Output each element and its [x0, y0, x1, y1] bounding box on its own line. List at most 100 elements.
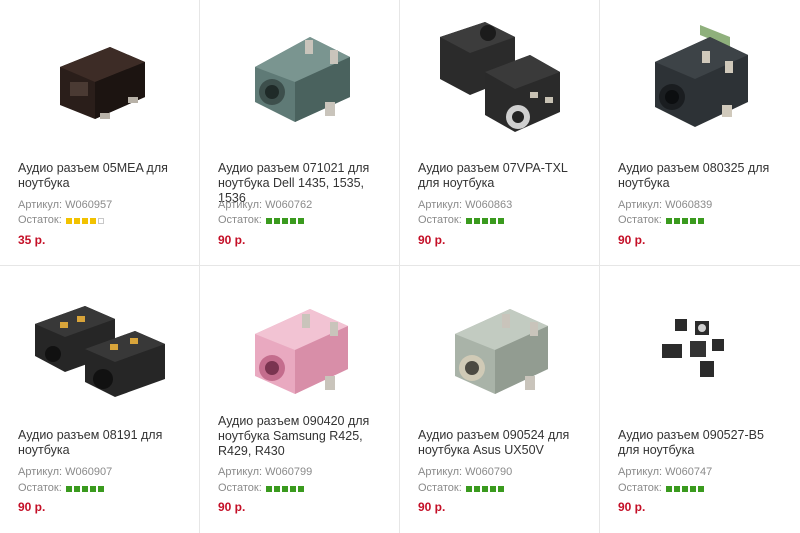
article-label: Артикул: [218, 466, 263, 478]
stock-line: Остаток: [618, 214, 704, 227]
stock-bar [497, 485, 504, 492]
stock-bar [697, 485, 704, 492]
article-value: W060839 [665, 199, 713, 211]
stock-label: Остаток: [218, 482, 262, 494]
stock-bar [481, 485, 488, 492]
stock-indicator [265, 485, 304, 492]
product-title[interactable]: Аудио разъем 090527-B5 для ноутбука [618, 428, 788, 458]
stock-bar [97, 485, 104, 492]
stock-bar [265, 217, 272, 224]
stock-bar [489, 485, 496, 492]
stock-label: Остаток: [18, 482, 62, 494]
stock-bar [281, 485, 288, 492]
stock-label: Остаток: [18, 214, 62, 226]
product-price: 90 р. [618, 500, 646, 514]
stock-bar [89, 217, 96, 224]
stock-indicator [465, 485, 504, 492]
article-line: Артикул: W060839 [618, 199, 712, 212]
stock-indicator [65, 217, 104, 224]
stock-bar [273, 217, 280, 224]
audio-jack-teal-icon[interactable] [220, 12, 380, 142]
product-title[interactable]: Аудио разъем 07VPA-TXL для ноутбука [418, 161, 588, 191]
product-card[interactable]: Аудио разъем 07VPA-TXL для ноутбука Арти… [400, 0, 600, 266]
article-value: W060747 [665, 466, 713, 478]
stock-indicator [465, 217, 504, 224]
stock-bar [97, 217, 104, 224]
product-price: 35 р. [18, 233, 46, 247]
stock-label: Остаток: [218, 214, 262, 226]
stock-bar [473, 485, 480, 492]
product-title[interactable]: Аудио разъем 08191 для ноутбука [18, 428, 188, 458]
stock-bar [681, 217, 688, 224]
audio-jack-black-icon[interactable] [20, 12, 180, 142]
stock-line: Остаток: [618, 482, 704, 495]
product-grid: Аудио разъем 05MEA для ноутбука Артикул:… [0, 0, 800, 533]
product-card[interactable]: Аудио разъем 05MEA для ноутбука Артикул:… [0, 0, 200, 266]
product-price: 90 р. [18, 500, 46, 514]
product-title[interactable]: Аудио разъем 090524 для ноутбука Asus UX… [418, 428, 588, 458]
stock-label: Остаток: [418, 214, 462, 226]
product-title[interactable]: Аудио разъем 090420 для ноутбука Samsung… [218, 414, 388, 459]
product-card[interactable]: Аудио разъем 071021 для ноутбука Dell 14… [200, 0, 400, 266]
article-label: Артикул: [618, 199, 663, 211]
stock-bar [473, 217, 480, 224]
stock-line: Остаток: [418, 482, 504, 495]
stock-bar [665, 217, 672, 224]
stock-bar [497, 217, 504, 224]
stock-bar [81, 217, 88, 224]
article-value: W060790 [465, 466, 513, 478]
article-value: W060907 [65, 466, 113, 478]
stock-bar [281, 217, 288, 224]
article-label: Артикул: [18, 466, 63, 478]
audio-jack-dark-icon[interactable] [620, 12, 780, 142]
article-value: W060957 [65, 199, 113, 211]
article-line: Артикул: W060957 [18, 199, 112, 212]
stock-bar [81, 485, 88, 492]
article-line: Артикул: W060747 [618, 466, 712, 479]
audio-jack-pair-gold-icon[interactable] [20, 284, 180, 414]
product-price: 90 р. [418, 500, 446, 514]
stock-bar [73, 217, 80, 224]
audio-jack-small-set-icon[interactable] [620, 284, 780, 414]
stock-bar [65, 217, 72, 224]
audio-jack-pair-icon[interactable] [420, 12, 580, 142]
product-title[interactable]: Аудио разъем 05MEA для ноутбука [18, 161, 188, 191]
product-card[interactable]: Аудио разъем 080325 для ноутбука Артикул… [600, 0, 800, 266]
stock-label: Остаток: [618, 214, 662, 226]
stock-bar [265, 485, 272, 492]
article-value: W060762 [265, 199, 313, 211]
stock-bar [73, 485, 80, 492]
article-value: W060863 [465, 199, 513, 211]
article-label: Артикул: [418, 199, 463, 211]
stock-line: Остаток: [418, 214, 504, 227]
article-line: Артикул: W060863 [418, 199, 512, 212]
stock-label: Остаток: [418, 482, 462, 494]
stock-bar [689, 217, 696, 224]
stock-bar [289, 217, 296, 224]
stock-bar [89, 485, 96, 492]
article-line: Артикул: W060907 [18, 466, 112, 479]
stock-bar [689, 485, 696, 492]
product-price: 90 р. [218, 233, 246, 247]
product-card[interactable]: Аудио разъем 090527-B5 для ноутбука Арти… [600, 266, 800, 533]
article-label: Артикул: [618, 466, 663, 478]
stock-line: Остаток: [218, 214, 304, 227]
audio-jack-grey-icon[interactable] [420, 284, 580, 414]
stock-label: Остаток: [618, 482, 662, 494]
stock-bar [665, 485, 672, 492]
article-line: Артикул: W060790 [418, 466, 512, 479]
product-title[interactable]: Аудио разъем 080325 для ноутбука [618, 161, 788, 191]
stock-bar [297, 217, 304, 224]
stock-bar [673, 217, 680, 224]
stock-bar [297, 485, 304, 492]
product-card[interactable]: Аудио разъем 08191 для ноутбука Артикул:… [0, 266, 200, 533]
stock-line: Остаток: [18, 214, 104, 227]
article-label: Артикул: [218, 199, 263, 211]
article-label: Артикул: [418, 466, 463, 478]
stock-bar [697, 217, 704, 224]
product-card[interactable]: Аудио разъем 090420 для ноутбука Samsung… [200, 266, 400, 533]
product-price: 90 р. [218, 500, 246, 514]
audio-jack-pink-icon[interactable] [220, 284, 380, 414]
stock-bar [273, 485, 280, 492]
product-card[interactable]: Аудио разъем 090524 для ноутбука Asus UX… [400, 266, 600, 533]
